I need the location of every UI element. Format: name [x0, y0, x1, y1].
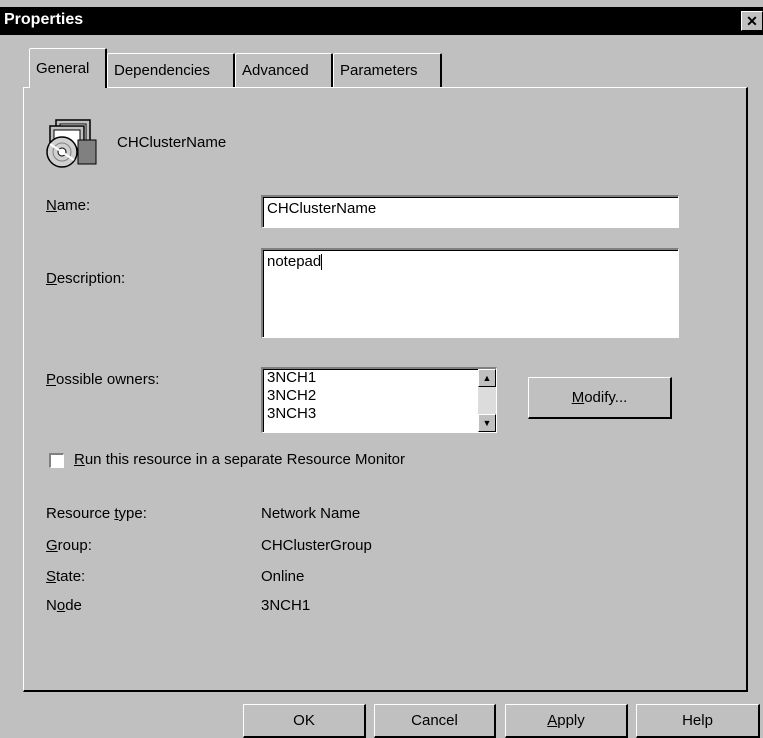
modify-button[interactable]: Modify... [528, 377, 672, 419]
help-button-label: Help [682, 712, 713, 729]
tab-dependencies-label: Dependencies [114, 62, 210, 79]
name-label: Name: [46, 197, 91, 214]
owners-scrollbar[interactable]: ▲ ▼ [478, 369, 496, 432]
scroll-down-button[interactable]: ▼ [478, 414, 496, 432]
properties-dialog: Properties ✕ General Dependencies Advanc… [0, 0, 763, 738]
node-value: 3NCH1 [261, 597, 311, 614]
resource-name-heading: CHClusterName [117, 134, 227, 151]
apply-button[interactable]: Apply [505, 704, 628, 738]
title-bar: Properties ✕ [0, 7, 763, 35]
window-title: Properties [4, 11, 84, 28]
possible-owners-label: Possible owners: [46, 371, 160, 388]
resource-type-label: Resource type: [46, 505, 147, 522]
tab-parameters[interactable]: Parameters [333, 53, 442, 87]
node-label: Node [46, 597, 82, 614]
scroll-up-button[interactable]: ▲ [478, 369, 496, 387]
tab-parameters-label: Parameters [340, 62, 418, 79]
group-label: Group: [46, 537, 92, 554]
tab-general-label: General [36, 60, 90, 77]
text-cursor [321, 254, 323, 271]
cluster-resource-icon [42, 118, 98, 168]
separate-monitor-label[interactable]: Run this resource in a separate Resource… [74, 451, 405, 468]
cancel-button[interactable]: Cancel [374, 704, 496, 738]
ok-button-label: OK [293, 712, 315, 729]
tab-advanced[interactable]: Advanced [235, 53, 333, 87]
help-button[interactable]: Help [636, 704, 760, 738]
arrow-up-icon: ▲ [482, 373, 492, 383]
state-label: State: [46, 568, 86, 585]
list-item[interactable]: 3NCH2 [263, 387, 496, 405]
possible-owners-list[interactable]: 3NCH1 3NCH2 3NCH3 ▲ ▼ [261, 367, 497, 433]
cancel-button-label: Cancel [411, 712, 458, 729]
tab-advanced-label: Advanced [242, 62, 309, 79]
description-label: Description: [46, 270, 126, 287]
separate-monitor-checkbox[interactable] [49, 453, 64, 468]
tab-general[interactable]: General [29, 48, 107, 88]
name-field[interactable]: CHClusterName [261, 195, 679, 228]
resource-type-value: Network Name [261, 505, 361, 522]
tab-dependencies[interactable]: Dependencies [107, 53, 235, 87]
group-value: CHClusterGroup [261, 537, 372, 554]
arrow-down-icon: ▼ [482, 418, 492, 428]
list-item[interactable]: 3NCH1 [263, 369, 496, 387]
name-field-value: CHClusterName [267, 200, 377, 217]
state-value: Online [261, 568, 305, 585]
close-button[interactable]: ✕ [741, 11, 763, 31]
list-item[interactable]: 3NCH3 [263, 405, 496, 423]
description-field-value: notepad [267, 253, 322, 270]
description-field[interactable]: notepad [261, 248, 679, 338]
close-icon: ✕ [746, 13, 758, 29]
ok-button[interactable]: OK [243, 704, 366, 738]
